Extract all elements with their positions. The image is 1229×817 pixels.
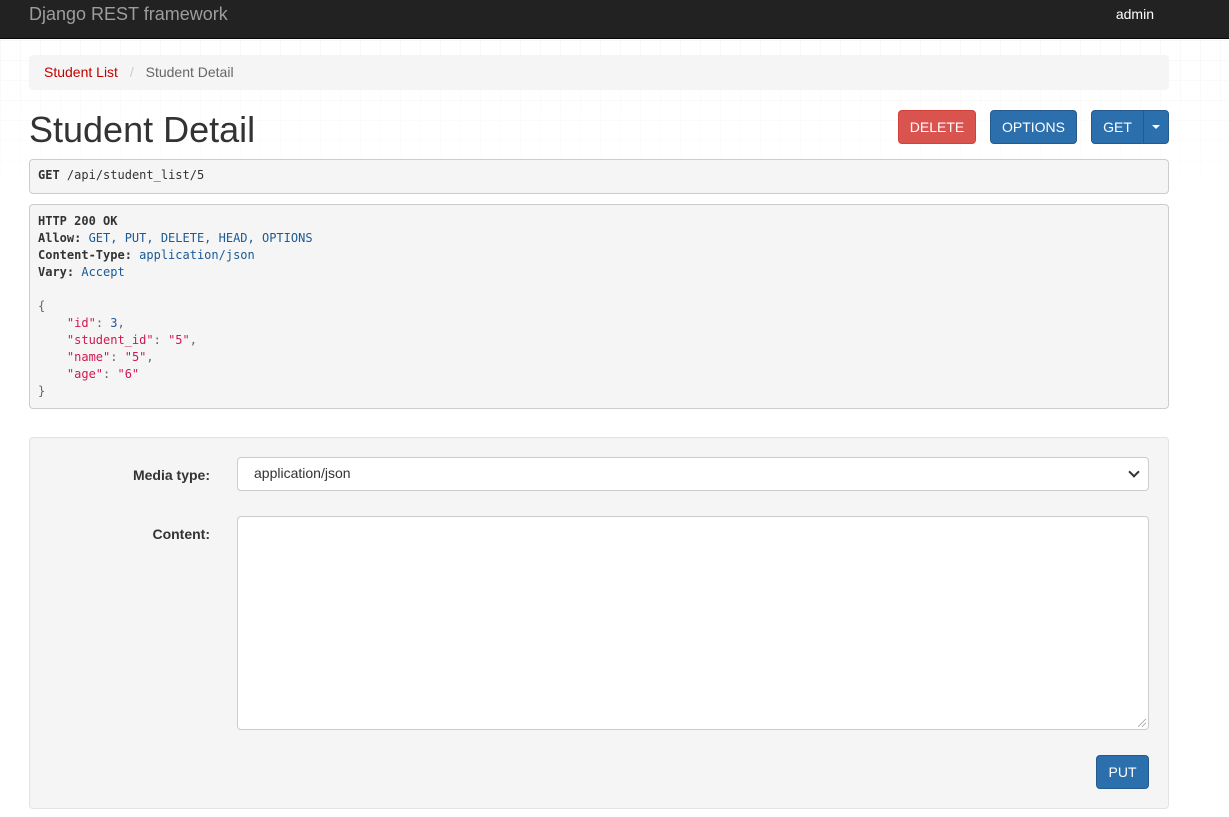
json-value: "5" bbox=[168, 333, 190, 347]
header-value: Accept bbox=[81, 265, 125, 279]
raw-data-form: Media type: application/json Content: PU… bbox=[29, 437, 1169, 809]
breadcrumb-student-list[interactable]: Student List bbox=[44, 64, 118, 80]
json-value: "6" bbox=[117, 367, 140, 381]
header-value: GET, PUT, DELETE, HEAD, OPTIONS bbox=[88, 231, 313, 245]
header-name: Vary bbox=[38, 265, 67, 279]
header-name: Content-Type bbox=[38, 248, 125, 262]
navbar: Django REST framework admin bbox=[0, 0, 1229, 39]
options-button[interactable]: OPTIONS bbox=[990, 110, 1077, 144]
get-format-dropdown[interactable] bbox=[1143, 110, 1169, 144]
brand-link[interactable]: Django REST framework bbox=[29, 4, 228, 25]
request-path: /api/student_list/5 bbox=[66, 168, 205, 182]
json-value: 3 bbox=[110, 316, 118, 330]
breadcrumb: Student List / Student Detail bbox=[29, 55, 1169, 90]
response-info: HTTP 200 OK Allow: GET, PUT, DELETE, HEA… bbox=[29, 204, 1169, 409]
json-key: "name" bbox=[66, 350, 111, 364]
json-key: "id" bbox=[66, 316, 96, 330]
header-value: application/json bbox=[139, 248, 255, 262]
json-key: "student_id" bbox=[66, 333, 154, 347]
breadcrumb-student-detail: Student Detail bbox=[145, 64, 234, 80]
json-open-brace: { bbox=[38, 299, 46, 313]
user-menu[interactable]: admin bbox=[1116, 6, 1154, 22]
response-status: HTTP 200 OK bbox=[38, 214, 118, 228]
request-method: GET bbox=[38, 168, 60, 182]
request-info: GET /api/student_list/5 bbox=[29, 159, 1169, 194]
media-type-label: Media type: bbox=[132, 467, 210, 483]
delete-button[interactable]: DELETE bbox=[898, 110, 976, 144]
get-button[interactable]: GET bbox=[1091, 110, 1144, 144]
page-title: Student Detail bbox=[29, 109, 256, 150]
breadcrumb-separator: / bbox=[129, 64, 134, 80]
put-button[interactable]: PUT bbox=[1096, 755, 1149, 789]
json-value: "5" bbox=[124, 350, 147, 364]
chevron-down-icon bbox=[1128, 466, 1140, 478]
media-type-select[interactable]: application/json bbox=[237, 457, 1149, 491]
resize-handle[interactable] bbox=[1138, 719, 1146, 727]
content-textarea[interactable] bbox=[237, 516, 1149, 730]
json-key: "age" bbox=[66, 367, 104, 381]
header-name: Allow bbox=[38, 231, 75, 245]
media-type-value: application/json bbox=[254, 465, 351, 481]
json-close-brace: } bbox=[38, 384, 46, 398]
caret-down-icon bbox=[1152, 125, 1160, 129]
content-label: Content: bbox=[152, 526, 210, 542]
